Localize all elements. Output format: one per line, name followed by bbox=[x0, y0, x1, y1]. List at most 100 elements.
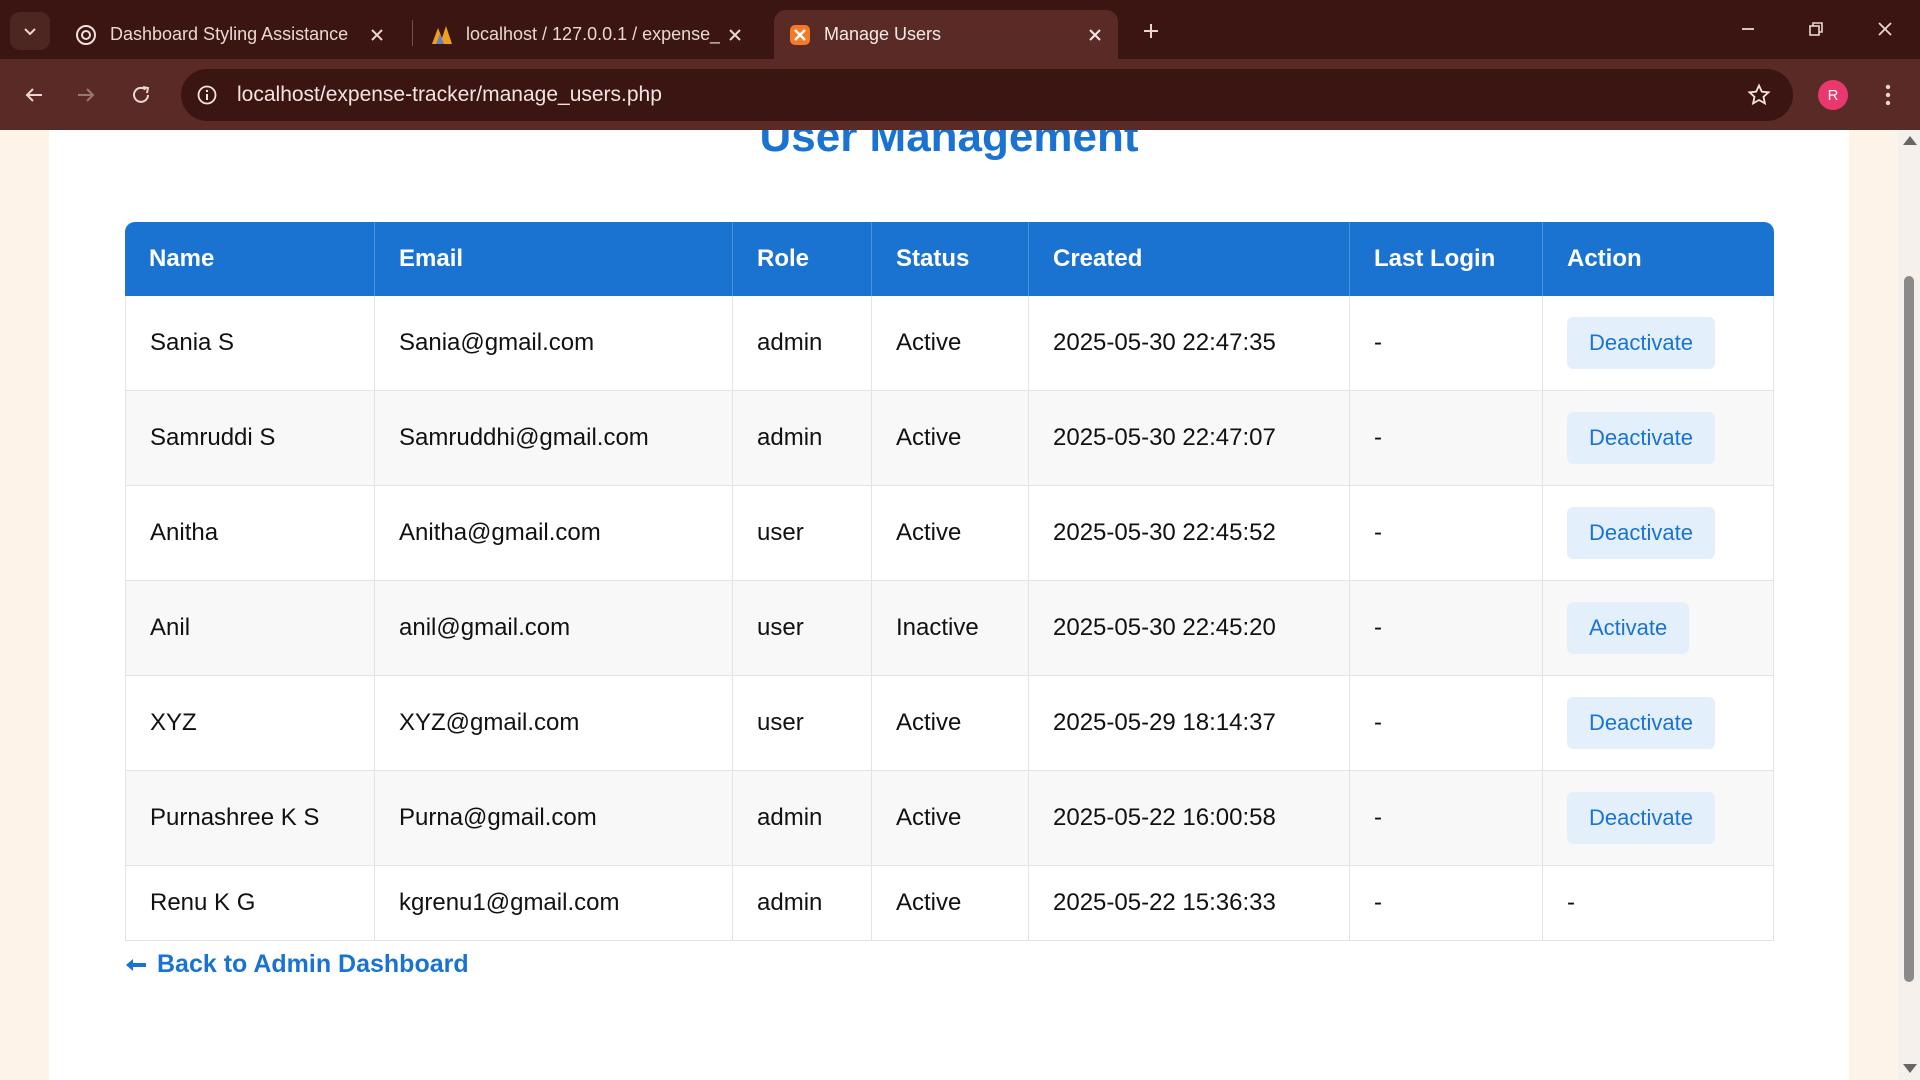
cell-last-login: - bbox=[1350, 296, 1543, 391]
column-header-action: Action bbox=[1543, 222, 1774, 296]
minimize-button[interactable] bbox=[1725, 10, 1771, 48]
cell-action: Deactivate bbox=[1543, 296, 1774, 391]
cell-name: XYZ bbox=[125, 676, 375, 771]
column-header-role: Role bbox=[733, 222, 872, 296]
tab-title: Manage Users bbox=[824, 24, 942, 44]
arrow-right-icon bbox=[78, 88, 95, 102]
column-header-status: Status bbox=[872, 222, 1029, 296]
chevron-down-icon bbox=[24, 28, 36, 36]
profile-avatar[interactable]: R bbox=[1818, 80, 1848, 110]
table-row: XYZ XYZ@gmail.com user Active 2025-05-29… bbox=[125, 676, 1774, 771]
scroll-up-arrow-icon[interactable] bbox=[1903, 136, 1917, 145]
cell-created: 2025-05-30 22:45:20 bbox=[1029, 581, 1350, 676]
table-row: Sania S Sania@gmail.com admin Active 202… bbox=[125, 296, 1774, 391]
cell-role: user bbox=[733, 486, 872, 581]
close-icon[interactable] bbox=[1080, 20, 1110, 50]
cell-action: Activate bbox=[1543, 581, 1774, 676]
cell-action: - bbox=[1543, 866, 1774, 941]
restore-icon bbox=[1809, 22, 1823, 36]
cell-action: Deactivate bbox=[1543, 486, 1774, 581]
vertical-scrollbar[interactable] bbox=[1898, 130, 1920, 1080]
scroll-down-arrow-icon[interactable] bbox=[1903, 1064, 1917, 1073]
cell-last-login: - bbox=[1350, 581, 1543, 676]
back-to-dashboard-link[interactable]: Back to Admin Dashboard bbox=[125, 950, 469, 979]
cell-created: 2025-05-22 15:36:33 bbox=[1029, 866, 1350, 941]
cell-created: 2025-05-29 18:14:37 bbox=[1029, 676, 1350, 771]
scrollbar-thumb[interactable] bbox=[1904, 276, 1914, 982]
browser-menu-button[interactable] bbox=[1868, 75, 1908, 115]
table-row: Purnashree K S Purna@gmail.com admin Act… bbox=[125, 771, 1774, 866]
cell-email: kgrenu1@gmail.com bbox=[375, 866, 733, 941]
tab-divider bbox=[412, 20, 413, 46]
tab-title: localhost / 127.0.0.1 / expense_ bbox=[466, 24, 720, 44]
restore-button[interactable] bbox=[1793, 10, 1839, 48]
activate-button[interactable]: Activate bbox=[1567, 602, 1690, 654]
openai-icon bbox=[74, 23, 98, 47]
cell-email: Anitha@gmail.com bbox=[375, 486, 733, 581]
table-row: Anitha Anitha@gmail.com user Active 2025… bbox=[125, 486, 1774, 581]
table-row: Renu K G kgrenu1@gmail.com admin Active … bbox=[125, 866, 1774, 941]
plus-icon bbox=[1144, 24, 1158, 38]
arrow-left-icon bbox=[125, 958, 147, 972]
cell-email: anil@gmail.com bbox=[375, 581, 733, 676]
phpmyadmin-icon bbox=[430, 23, 454, 47]
tab-dashboard-styling[interactable]: Dashboard Styling Assistance bbox=[60, 10, 400, 59]
deactivate-button[interactable]: Deactivate bbox=[1567, 317, 1715, 369]
tab-strip: Dashboard Styling Assistance localhost /… bbox=[0, 0, 1920, 59]
forward-button[interactable] bbox=[66, 75, 106, 115]
tab-title: Dashboard Styling Assistance bbox=[110, 24, 349, 44]
tab-search-button[interactable] bbox=[10, 12, 50, 50]
deactivate-button[interactable]: Deactivate bbox=[1567, 412, 1715, 464]
cell-action: Deactivate bbox=[1543, 771, 1774, 866]
tab-phpmyadmin[interactable]: localhost / 127.0.0.1 / expense_ bbox=[416, 10, 758, 59]
tab-manage-users[interactable]: Manage Users bbox=[774, 10, 1118, 59]
cell-created: 2025-05-22 16:00:58 bbox=[1029, 771, 1350, 866]
arrow-left-icon bbox=[25, 88, 42, 102]
cell-action: Deactivate bbox=[1543, 676, 1774, 771]
cell-name: Sania S bbox=[125, 296, 375, 391]
cell-created: 2025-05-30 22:47:07 bbox=[1029, 391, 1350, 486]
xampp-icon bbox=[788, 23, 812, 47]
content-card: User Management Name Email Role Status C… bbox=[49, 130, 1849, 1080]
window-close-button[interactable] bbox=[1862, 10, 1908, 48]
cell-created: 2025-05-30 22:45:52 bbox=[1029, 486, 1350, 581]
cell-created: 2025-05-30 22:47:35 bbox=[1029, 296, 1350, 391]
cell-email: Samruddhi@gmail.com bbox=[375, 391, 733, 486]
table-row: Anil anil@gmail.com user Inactive 2025-0… bbox=[125, 581, 1774, 676]
cell-action: Deactivate bbox=[1543, 391, 1774, 486]
cell-status: Active bbox=[872, 296, 1029, 391]
cell-email: XYZ@gmail.com bbox=[375, 676, 733, 771]
more-vertical-icon bbox=[1885, 84, 1891, 106]
table-row: Samruddi S Samruddhi@gmail.com admin Act… bbox=[125, 391, 1774, 486]
close-icon[interactable] bbox=[362, 20, 392, 50]
back-button[interactable] bbox=[14, 75, 54, 115]
cell-status: Active bbox=[872, 391, 1029, 486]
cell-last-login: - bbox=[1350, 486, 1543, 581]
site-info-icon[interactable] bbox=[187, 75, 227, 115]
deactivate-button[interactable]: Deactivate bbox=[1567, 792, 1715, 844]
cell-status: Active bbox=[872, 486, 1029, 581]
cell-role: user bbox=[733, 581, 872, 676]
column-header-last-login: Last Login bbox=[1350, 222, 1543, 296]
cell-name: Anitha bbox=[125, 486, 375, 581]
url-text: localhost/expense-tracker/manage_users.p… bbox=[237, 83, 662, 106]
reload-button[interactable] bbox=[121, 75, 161, 115]
deactivate-button[interactable]: Deactivate bbox=[1567, 507, 1715, 559]
new-tab-button[interactable] bbox=[1132, 14, 1170, 48]
cell-status: Inactive bbox=[872, 581, 1029, 676]
reload-icon bbox=[133, 86, 150, 103]
close-icon[interactable] bbox=[720, 20, 750, 50]
back-link-label: Back to Admin Dashboard bbox=[157, 950, 469, 978]
column-header-created: Created bbox=[1029, 222, 1350, 296]
cell-name: Renu K G bbox=[125, 866, 375, 941]
cell-role: admin bbox=[733, 296, 872, 391]
minimize-icon bbox=[1742, 28, 1754, 30]
cell-last-login: - bbox=[1350, 866, 1543, 941]
deactivate-button[interactable]: Deactivate bbox=[1567, 697, 1715, 749]
cell-last-login: - bbox=[1350, 771, 1543, 866]
cell-role: admin bbox=[733, 391, 872, 486]
cell-name: Samruddi S bbox=[125, 391, 375, 486]
close-icon bbox=[1878, 22, 1892, 36]
bookmark-star-icon[interactable] bbox=[1739, 75, 1779, 115]
address-bar[interactable]: localhost/expense-tracker/manage_users.p… bbox=[181, 69, 1793, 121]
